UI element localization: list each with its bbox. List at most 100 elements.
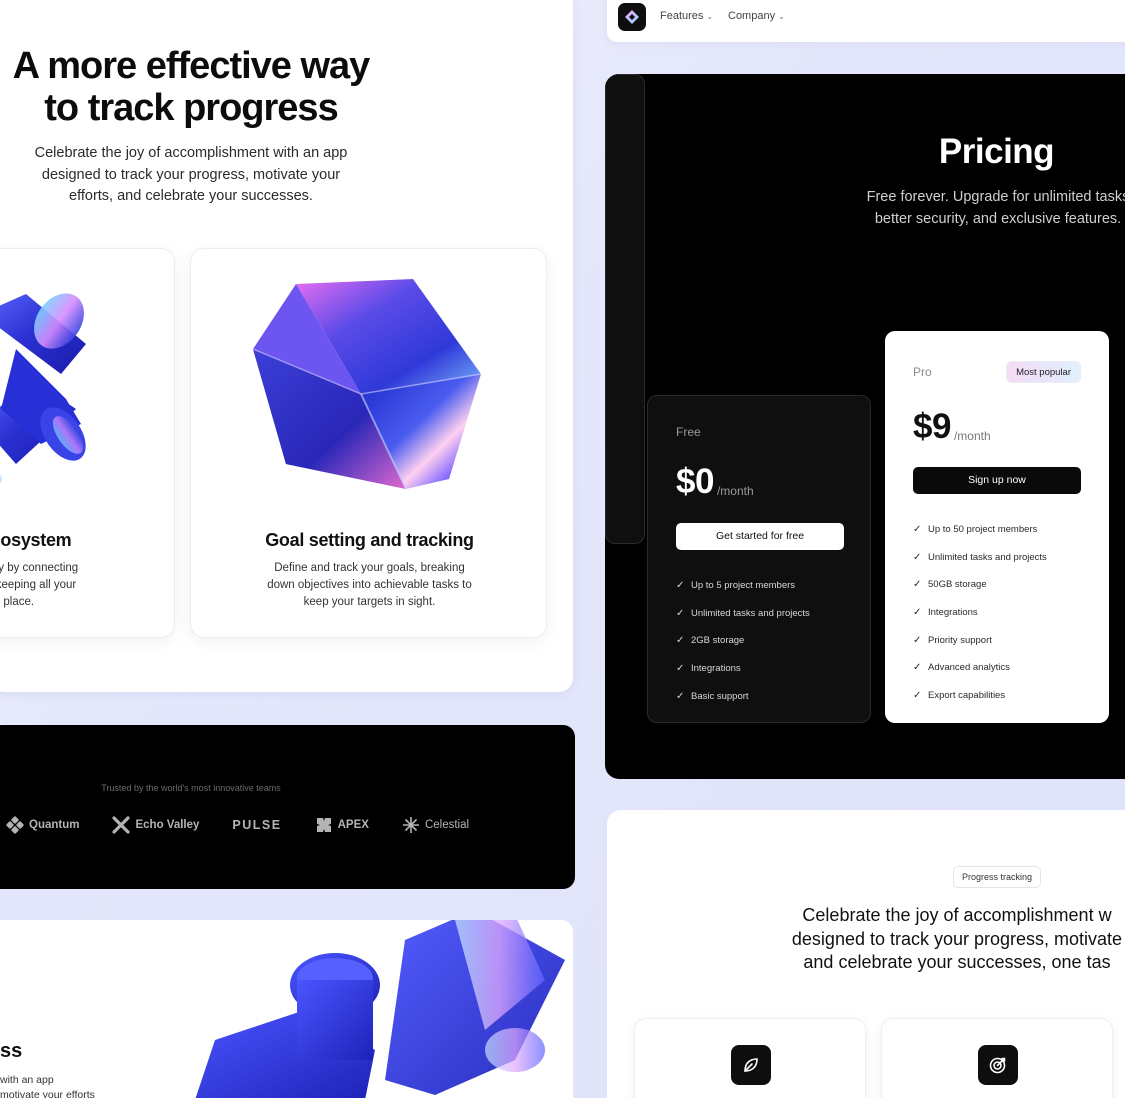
check-icon: ✓	[913, 634, 922, 646]
nav-item-features[interactable]: Features ⌄	[660, 10, 713, 22]
shapes-3d-illustration	[195, 920, 565, 1098]
pricing-section: Pricing Free forever. Upgrade for unlimi…	[605, 74, 1125, 779]
trusted-logos-section: Trusted by the world's most innovative t…	[0, 725, 575, 889]
check-icon: ✓	[676, 663, 685, 675]
sign-up-now-button[interactable]: Sign up now	[913, 467, 1081, 494]
echo-valley-logo-icon	[112, 816, 131, 834]
hero-subtitle-line-2: designed to track your progress, motivat…	[41, 166, 341, 183]
check-icon: ✓	[676, 580, 685, 592]
feature-card-title: ecosystem	[0, 530, 72, 550]
plan-feature: ✓ Up to 50 project members	[913, 516, 1047, 544]
section-pill: Progress tracking	[953, 866, 1042, 888]
hero-subtitle: Celebrate the joy of accomplishment with…	[0, 143, 382, 208]
check-icon: ✓	[913, 524, 922, 536]
hero-subtitle-line-3: efforts, and celebrate your successes.	[69, 188, 313, 204]
feature-card-text-line: down objectives into achievable tasks to	[267, 579, 472, 591]
section-text-line: motivate your efforts	[0, 1089, 95, 1098]
hero-title-line-2: to track progress	[44, 87, 338, 129]
section-text-line: with an app	[0, 1074, 54, 1086]
quantum-logo-icon	[6, 816, 24, 834]
check-icon: ✓	[676, 607, 685, 619]
plan-feature-label: Up to 50 project members	[928, 524, 1038, 536]
logo-label: APEX	[337, 819, 369, 831]
cube-3d-illustration	[252, 279, 482, 490]
chevron-down-icon: ⌄	[778, 11, 785, 21]
progress-heading-line: and celebrate your successes, one tas	[803, 952, 1111, 972]
nav-item-label: Features	[660, 10, 704, 22]
celestial-logo-icon	[402, 817, 419, 833]
check-icon: ✓	[913, 689, 922, 701]
plan-feature-label: Up to 5 project members	[691, 580, 796, 592]
plan-card-pro: Pro Most popular $9 /month Sign up now ✓…	[885, 331, 1109, 723]
logo-label: Celestial	[424, 819, 470, 831]
section-text: with an app motivate your efforts	[0, 1073, 95, 1098]
progress-heading: Celebrate the joy of accomplishment w de…	[752, 904, 1125, 975]
progress-heading-line: designed to track your progress, motivat…	[791, 928, 1123, 949]
progress-heading-line: Celebrate the joy of accomplishment w	[802, 905, 1112, 925]
logo-celestial: Celestial	[402, 816, 469, 834]
check-icon: ✓	[913, 579, 922, 591]
nav-item-label: Company	[728, 10, 776, 22]
apex-logo-icon	[316, 818, 331, 832]
plan-card-free: Free $0 /month Get started for free ✓ Up …	[647, 395, 871, 723]
feature-card-text: Define and track your goals, breaking do…	[191, 560, 546, 611]
plan-feature: ✓ Unlimited tasks and projects	[676, 600, 810, 628]
section-title: ss	[0, 1040, 23, 1062]
hero-subtitle-line-1: Celebrate the joy of accomplishment with…	[34, 145, 348, 161]
hero-title: A more effective way to track progress	[0, 45, 382, 129]
pricing-subtitle: Free forever. Upgrade for unlimited task…	[843, 187, 1125, 230]
plan-feature-list: ✓ Up to 5 project members ✓ Unlimited task…	[676, 572, 810, 710]
feature-card-text-line: tivity by connecting	[0, 562, 79, 574]
logo-row: Quantum Echo Valley PULSE APEX Celestial	[6, 816, 502, 834]
plan-price-amount: $9	[913, 407, 951, 446]
plan-feature: ✓ Integrations	[676, 655, 810, 683]
logo-pulse: PULSE	[232, 818, 281, 832]
target-icon	[978, 1045, 1018, 1085]
trusted-caption: Trusted by the world's most innovative t…	[101, 783, 281, 793]
ecosystem-3d-illustration	[0, 293, 86, 484]
check-icon: ✓	[913, 662, 922, 674]
plan-price-period: /month	[953, 429, 991, 443]
plan-feature: ✓ Up to 5 project members	[676, 572, 810, 600]
feature-card-text-line: Define and track your goals, breaking	[274, 562, 465, 574]
nav-item-company[interactable]: Company ⌄	[728, 10, 785, 22]
plan-feature: ✓ Unlimited tasks and projects	[913, 544, 1047, 572]
app-logo-icon[interactable]	[618, 3, 646, 31]
plan-feature: ✓ Advanced analytics	[913, 654, 1047, 682]
plan-feature-label: Unlimited tasks and projects	[691, 607, 810, 619]
plan-feature-label: 50GB storage	[928, 579, 987, 591]
plan-price-period: /month	[716, 484, 754, 498]
plan-feature: ✓ Priority support	[913, 626, 1047, 654]
leaf-icon	[731, 1045, 771, 1085]
plan-feature: ✓ 50GB storage	[913, 571, 1047, 599]
feature-card-title: Goal setting and tracking	[265, 530, 474, 550]
feature-card-text-line: one place.	[0, 596, 35, 608]
logo-label: Echo Valley	[135, 819, 200, 831]
plan-feature-label: Basic support	[691, 690, 749, 702]
plan-feature-label: Unlimited tasks and projects	[928, 551, 1047, 563]
plan-price: $0 /month	[676, 464, 754, 500]
feature-mini-card	[881, 1018, 1113, 1098]
progress-hero-section: ss with an app motivate your efforts	[0, 920, 573, 1098]
check-icon: ✓	[676, 690, 685, 702]
feature-card-text-line: ls, keeping all your	[0, 579, 77, 591]
top-navigation: Features ⌄ Company ⌄	[607, 0, 1125, 42]
plan-feature: ✓ Export capabilities	[913, 682, 1047, 710]
most-popular-badge: Most popular	[1006, 361, 1081, 383]
logo-label: PULSE	[232, 818, 282, 832]
feature-card-text-line: keep your targets in sight.	[303, 596, 436, 608]
progress-tracking-section: Progress tracking Celebrate the joy of a…	[607, 810, 1125, 1098]
check-icon: ✓	[676, 635, 685, 647]
feature-card-text: tivity by connecting ls, keeping all you…	[0, 560, 151, 611]
feature-card-ecosystem: ecosystem tivity by connecting ls, keepi…	[0, 248, 175, 638]
hero-title-line-1: A more effective way	[12, 45, 371, 87]
feature-card-goal-setting: Goal setting and tracking Define and tra…	[190, 248, 547, 638]
check-icon: ✓	[913, 551, 922, 563]
logo-label: Quantum	[29, 819, 80, 831]
plan-feature-label: Advanced analytics	[928, 662, 1010, 674]
plan-feature-label: Priority support	[928, 634, 992, 646]
logo-apex: APEX	[315, 816, 369, 834]
plan-price: $9 /month	[913, 409, 991, 445]
get-started-free-button[interactable]: Get started for free	[676, 523, 844, 550]
plan-feature-list: ✓ Up to 50 project members ✓ Unlimited tas…	[913, 516, 1047, 709]
